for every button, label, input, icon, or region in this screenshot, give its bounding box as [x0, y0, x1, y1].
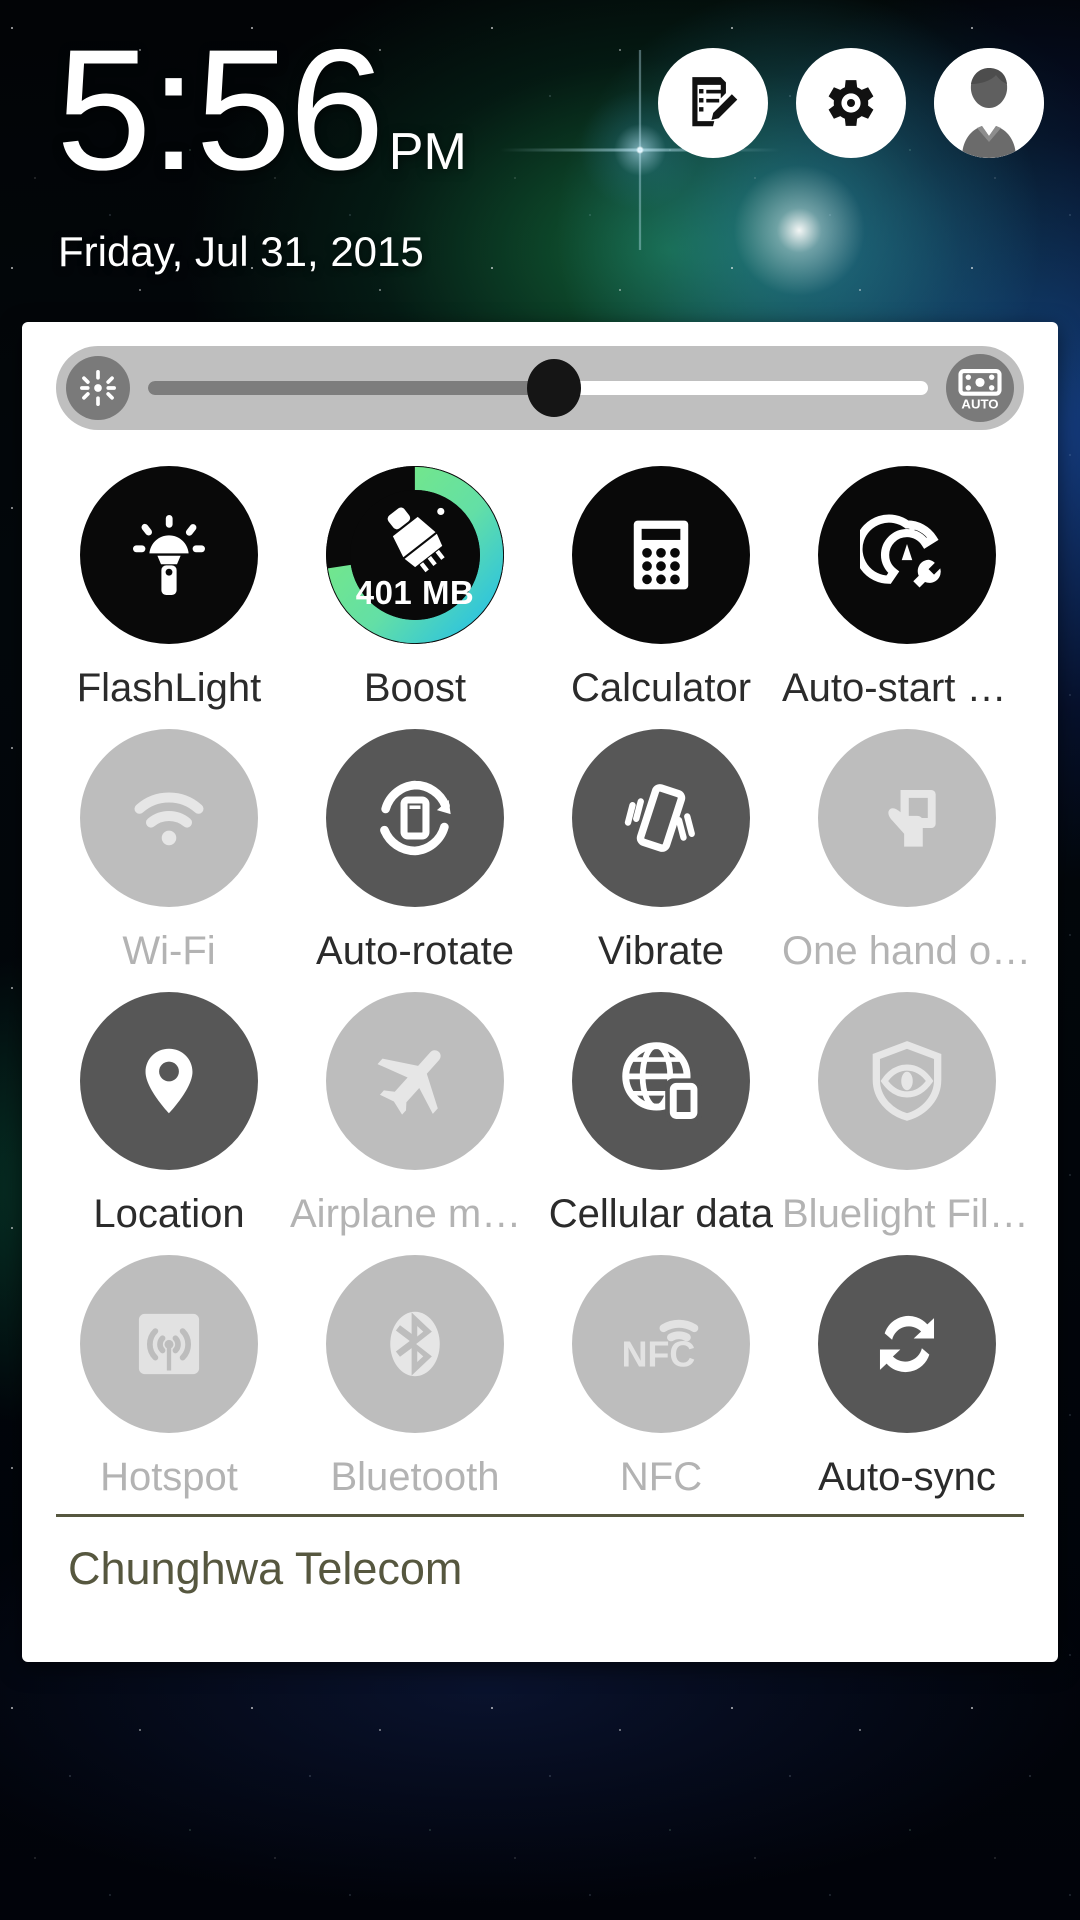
- auto-brightness-button[interactable]: AUTO: [946, 354, 1014, 422]
- boost-broom-icon: [372, 496, 458, 582]
- boost-memory-badge: 401 MB: [355, 574, 475, 611]
- user-avatar-icon: [934, 48, 1044, 158]
- notes-edit-icon: [682, 72, 744, 134]
- brightness-button[interactable]: [66, 356, 130, 420]
- tile-circle: [326, 1255, 504, 1433]
- phone-screen: 5:56 PM Friday, Jul 31, 2015 AUTO FlashL…: [0, 0, 1080, 1920]
- tile-flashlight[interactable]: FlashLight: [48, 448, 290, 711]
- tile-circle: [326, 729, 504, 907]
- tile-circle: [80, 729, 258, 907]
- tile-label: Auto-sync: [818, 1455, 996, 1499]
- clock-time: 5:56: [56, 14, 385, 206]
- tile-hotspot[interactable]: Hotspot: [48, 1237, 290, 1500]
- airplane-icon: [368, 1034, 462, 1128]
- tile-boost[interactable]: 401 MB Boost: [290, 448, 540, 711]
- tile-circle: [818, 1255, 996, 1433]
- lockscreen-header: 5:56 PM Friday, Jul 31, 2015: [0, 0, 1080, 300]
- tile-circle: [80, 992, 258, 1170]
- flashlight-icon: [121, 507, 217, 603]
- tile-label: Auto-rotate: [316, 929, 514, 973]
- nfc-icon: NFC: [611, 1294, 711, 1394]
- cellular-data-icon: [615, 1035, 707, 1127]
- tile-label: Calculator: [570, 666, 752, 710]
- tile-label: Vibrate: [597, 929, 724, 973]
- bluetooth-icon: [370, 1299, 460, 1389]
- clock-ampm: PM: [388, 123, 467, 181]
- auto-sync-icon: [860, 1297, 954, 1391]
- tile-circle: [326, 992, 504, 1170]
- svg-text:AUTO: AUTO: [961, 396, 998, 411]
- panel-divider: [56, 1514, 1024, 1517]
- notes-button[interactable]: [658, 48, 768, 158]
- tile-nfc[interactable]: NFC NFC: [540, 1237, 782, 1500]
- tile-vibrate[interactable]: Vibrate: [540, 711, 782, 974]
- auto-rotate-icon: [368, 771, 462, 865]
- tile-cellular-data[interactable]: Cellular data: [540, 974, 782, 1237]
- tile-label: Hotspot: [100, 1455, 238, 1499]
- vibrate-icon: [616, 773, 706, 863]
- tile-circle: [80, 1255, 258, 1433]
- tile-calculator[interactable]: Calculator: [540, 448, 782, 711]
- tile-label: Bluelight Filter: [782, 1192, 1032, 1236]
- svg-text:NFC: NFC: [622, 1335, 696, 1375]
- tile-label: NFC: [619, 1455, 703, 1499]
- bluelight-shield-icon: [861, 1035, 953, 1127]
- autostart-icon: [860, 508, 954, 602]
- gear-icon: [819, 71, 883, 135]
- tile-circle: [572, 729, 750, 907]
- location-pin-icon: [125, 1037, 213, 1125]
- tile-circle: NFC: [572, 1255, 750, 1433]
- auto-brightness-icon: AUTO: [954, 362, 1006, 414]
- quick-settings-grid: FlashLight 401 MB Boost Calculator Auto-…: [22, 448, 1058, 1500]
- tile-one-hand-operation[interactable]: One hand op…: [782, 711, 1032, 974]
- tile-bluelight-filter[interactable]: Bluelight Filter: [782, 974, 1032, 1237]
- tile-circle: [818, 466, 996, 644]
- tile-circle: 401 MB: [326, 466, 504, 644]
- tile-label: FlashLight: [76, 666, 262, 710]
- tile-wifi[interactable]: Wi-Fi: [48, 711, 290, 974]
- tile-circle: [572, 466, 750, 644]
- tile-circle: [572, 992, 750, 1170]
- calculator-icon: [618, 512, 704, 598]
- brightness-icon: [76, 366, 120, 410]
- tile-label: Cellular data: [548, 1192, 774, 1236]
- one-hand-icon: [864, 775, 950, 861]
- header-action-buttons: [658, 48, 1044, 158]
- tile-label: One hand op…: [782, 929, 1032, 973]
- tile-label: Boost: [363, 666, 467, 710]
- brightness-row: AUTO: [56, 346, 1024, 430]
- slider-thumb[interactable]: [526, 359, 581, 417]
- brightness-slider[interactable]: [148, 346, 928, 430]
- hotspot-icon: [126, 1301, 212, 1387]
- wifi-icon: [123, 772, 215, 864]
- tile-circle: [818, 729, 996, 907]
- tile-circle: [80, 466, 258, 644]
- tile-label: Bluetooth: [330, 1455, 500, 1499]
- user-avatar-button[interactable]: [934, 48, 1044, 158]
- tile-airplane-mode[interactable]: Airplane mo…: [290, 974, 540, 1237]
- tile-auto-rotate[interactable]: Auto-rotate: [290, 711, 540, 974]
- tile-label: Airplane mo…: [290, 1192, 540, 1236]
- tile-autostart-manager[interactable]: Auto-start M…: [782, 448, 1032, 711]
- tile-label: Wi-Fi: [122, 929, 216, 973]
- slider-fill: [148, 381, 554, 395]
- clock-widget: 5:56 PM: [56, 14, 467, 232]
- tile-circle: [818, 992, 996, 1170]
- tile-bluetooth[interactable]: Bluetooth: [290, 1237, 540, 1500]
- tile-auto-sync[interactable]: Auto-sync: [782, 1237, 1032, 1500]
- quick-settings-panel: AUTO FlashLight 401 MB Boost Calculator …: [22, 322, 1058, 1662]
- tile-label: Location: [93, 1192, 245, 1236]
- carrier-name: Chunghwa Telecom: [68, 1543, 463, 1594]
- tile-label: Auto-start M…: [782, 666, 1032, 710]
- tile-location[interactable]: Location: [48, 974, 290, 1237]
- date-text: Friday, Jul 31, 2015: [58, 228, 424, 275]
- settings-button[interactable]: [796, 48, 906, 158]
